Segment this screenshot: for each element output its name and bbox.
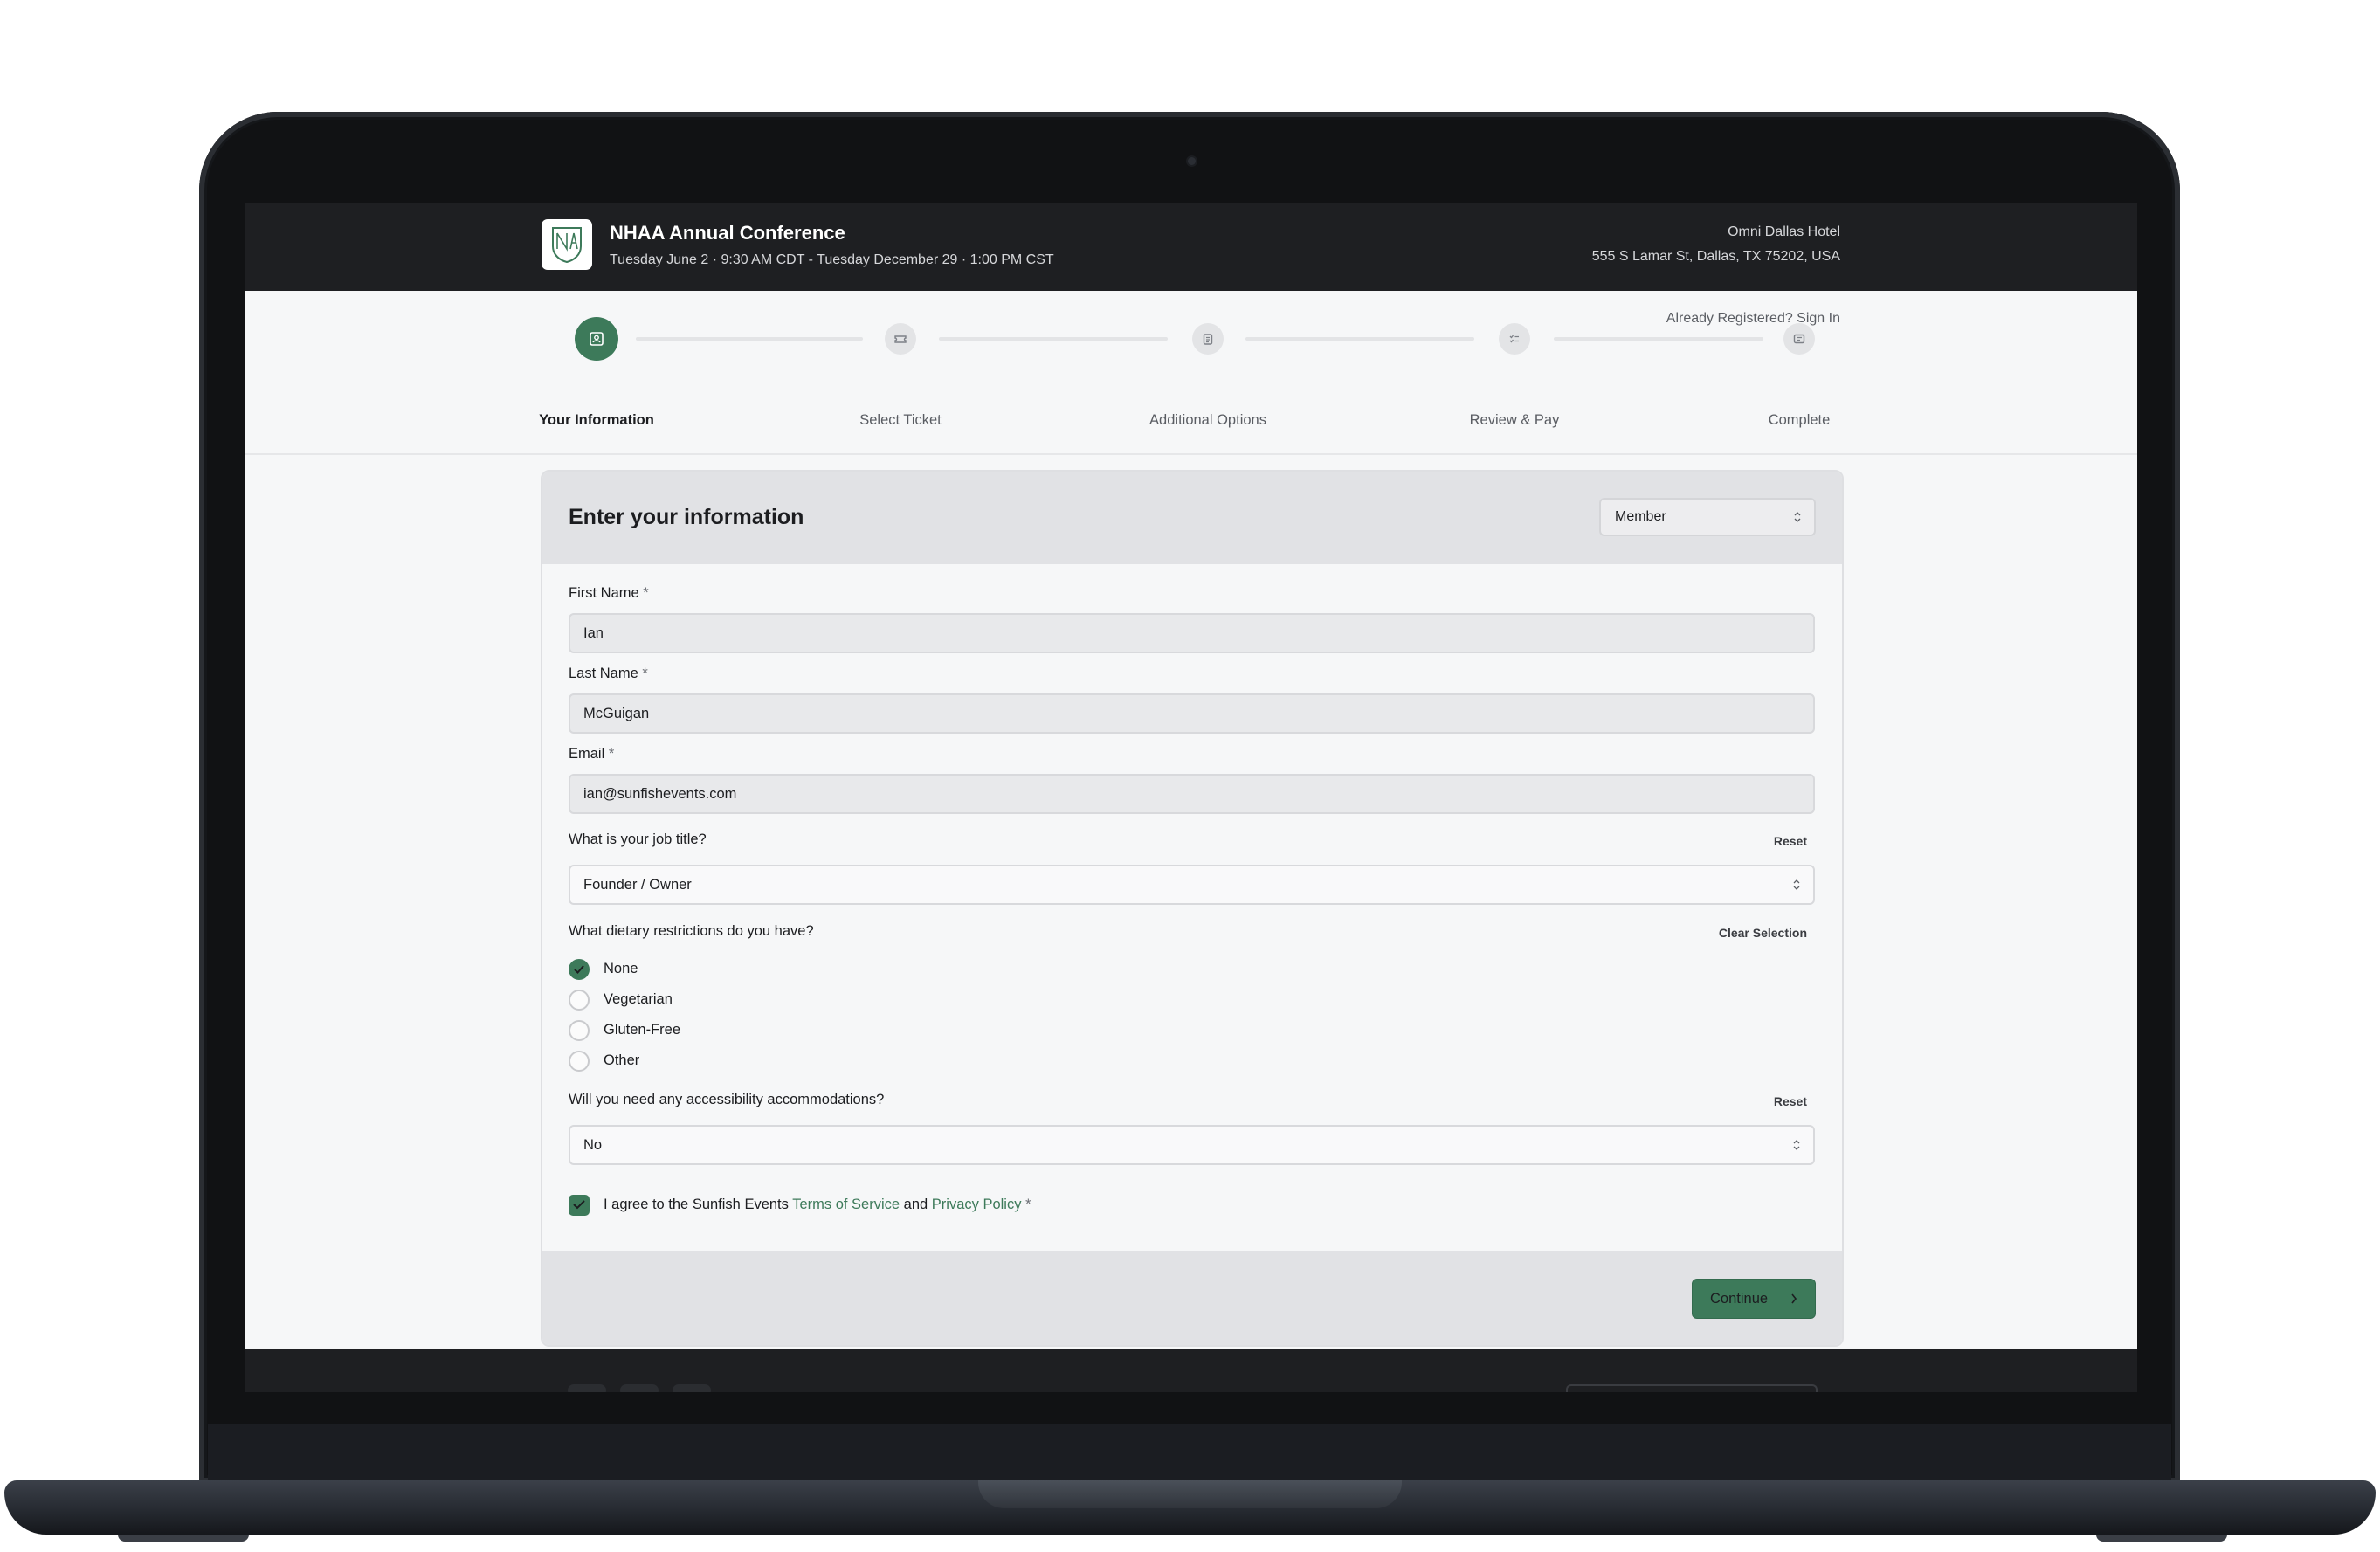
radio-label: None [604,961,638,976]
event-date-range: Tuesday June 2 · 9:30 AM CDT - Tuesday D… [610,252,1054,267]
accessibility-select[interactable]: No [569,1125,1815,1165]
radio-checked[interactable] [569,959,590,980]
step-complete[interactable] [1783,323,1815,355]
last-name-label-text: Last Name [569,666,638,681]
agreement-prefix: I agree to the Sunfish Events [604,1197,789,1212]
accessibility-value: No [583,1137,603,1153]
registration-form: Enter your information Member First Name… [541,470,1844,1347]
email-value: ian@sunfishevents.com [583,786,737,802]
step-label: Review & Pay [1469,412,1560,428]
checklist-icon [1509,335,1519,343]
step-connector [1245,337,1474,341]
radio[interactable] [569,1020,590,1041]
radio-label: Other [604,1052,640,1068]
dietary-question: What dietary restrictions do you have? [569,923,814,939]
step-your-information[interactable] [575,317,618,361]
required-mark: * [642,666,648,681]
email-label: Email * [569,746,614,762]
camera-icon [1188,157,1196,165]
attendee-type-value: Member [1615,509,1666,524]
step-label: Complete [1768,412,1831,428]
radio[interactable] [569,990,590,1011]
laptop-foot [118,1535,249,1542]
job-title-value: Founder / Owner [583,877,692,893]
checkmark-icon [574,965,584,974]
laptop-foot [2096,1535,2227,1542]
terms-agreement-label: I agree to the Sunfish Events Terms of S… [604,1197,1031,1213]
attendee-type-select[interactable]: Member [1599,498,1816,536]
id-card-icon [590,332,604,346]
sign-in-link[interactable]: Already Registered? Sign In [1666,311,1840,327]
event-header: NHAA Annual Conference Tuesday June 2 · … [245,203,2137,291]
ticket-icon [894,335,907,343]
step-connector [636,337,863,341]
dietary-clear-selection-button[interactable]: Clear Selection [1719,926,1807,940]
form-title: Enter your information [569,505,804,529]
chevron-up-down-icon [1793,1140,1800,1150]
job-title-select[interactable]: Founder / Owner [569,865,1815,905]
first-name-input[interactable]: Ian [569,613,1815,653]
accessibility-reset-button[interactable]: Reset [1774,1094,1807,1108]
footer-control [1566,1384,1818,1392]
form-header: Enter your information Member [542,472,1842,564]
last-name-value: McGuigan [583,706,650,721]
venue-address: 555 S Lamar St, Dallas, TX 75202, USA [1591,249,1840,264]
required-mark: * [643,585,649,601]
chevron-right-icon [1791,1293,1797,1304]
step-connector [939,337,1168,341]
clipboard-icon [1203,334,1213,345]
step-review-pay[interactable] [1499,323,1530,355]
form-footer: Continue [542,1251,1842,1345]
receipt-icon [1793,334,1805,344]
agreement-and: and [903,1197,928,1212]
page-footer [245,1349,2137,1392]
footer-icon [620,1384,659,1392]
terms-of-service-link[interactable]: Terms of Service [792,1197,900,1212]
venue-name: Omni Dallas Hotel [1728,224,1840,239]
job-title-reset-button[interactable]: Reset [1774,834,1807,848]
first-name-label-text: First Name [569,585,639,601]
last-name-label: Last Name * [569,666,648,682]
email-input[interactable]: ian@sunfishevents.com [569,774,1815,814]
last-name-input[interactable]: McGuigan [569,693,1815,734]
radio[interactable] [569,1051,590,1072]
step-connector [1554,337,1763,341]
first-name-label: First Name * [569,585,649,602]
job-title-question: What is your job title? [569,831,707,847]
privacy-policy-link[interactable]: Privacy Policy [932,1197,1022,1212]
continue-label: Continue [1710,1291,1769,1307]
checkmark-icon [573,1200,585,1210]
required-mark: * [608,746,615,762]
email-label-text: Email [569,746,605,762]
required-mark: * [1025,1197,1031,1212]
event-title: NHAA Annual Conference [610,222,845,244]
step-additional-options[interactable] [1192,323,1224,355]
first-name-value: Ian [583,625,604,641]
footer-icon [568,1384,606,1392]
accessibility-question: Will you need any accessibility accommod… [569,1092,885,1107]
step-select-ticket[interactable] [885,323,916,355]
chevron-up-down-icon [1794,512,1801,522]
laptop-bezel-bottom [208,1424,2171,1483]
radio-label: Gluten-Free [604,1022,681,1038]
chevron-up-down-icon [1793,879,1800,890]
step-label: Additional Options [1149,412,1266,428]
step-label: Select Ticket [859,412,942,428]
laptop-notch [978,1480,1402,1508]
terms-agreement-checkbox[interactable] [569,1195,590,1216]
step-label: Your Information [539,412,654,428]
continue-button[interactable]: Continue [1692,1279,1816,1319]
radio-label: Vegetarian [604,991,673,1007]
progress-steps [245,291,2137,455]
footer-icon [673,1384,711,1392]
screen: NHAA Annual Conference Tuesday June 2 · … [245,203,2137,1392]
organization-logo [542,219,592,270]
